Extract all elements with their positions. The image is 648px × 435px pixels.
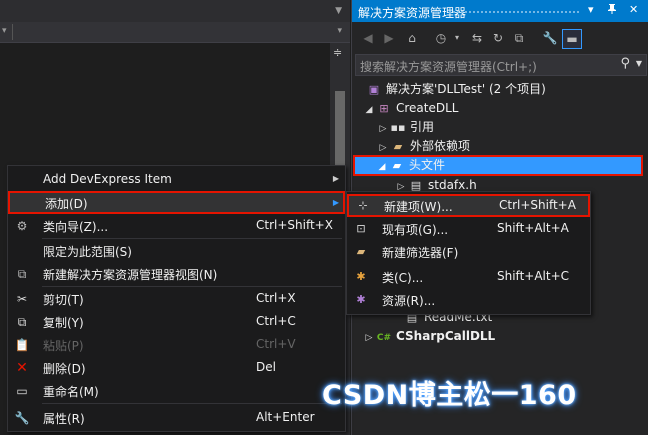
editor-navigation-bar[interactable]: ▾ ▾: [0, 22, 350, 43]
menu-item-properties[interactable]: 🔧 属性(R) Alt+Enter: [8, 406, 345, 429]
submenu-item-resource[interactable]: ✱ 资源(R)...: [347, 288, 590, 311]
copy-icon: ⧉: [17, 315, 27, 329]
solution-explorer-titlebar: 解决方案资源管理器 ▾ ✕: [352, 0, 648, 22]
expand-arrow-icon[interactable]: ▷: [362, 329, 376, 348]
resource-icon: ✱: [356, 293, 366, 306]
chevron-down-icon[interactable]: ▾: [448, 29, 466, 47]
submenu-item-new-item[interactable]: ⊹ 新建项(W)... Ctrl+Shift+A: [347, 194, 590, 217]
menu-item-cut[interactable]: ✂ 剪切(T) Ctrl+X: [8, 287, 345, 310]
tree-item-references[interactable]: ▷ ▪▪ 引用: [376, 118, 434, 137]
search-input[interactable]: 搜索解决方案资源管理器(Ctrl+;) ⚲ ▼: [355, 54, 647, 76]
cut-icon: ✂: [16, 292, 28, 306]
solution-explorer-toolbar: ◀ ▶ ⌂ ◷ ▾ ⇆ ↻ ⧉ 🔧 ▬: [352, 24, 648, 52]
divider: [42, 403, 342, 404]
menu-item-paste: 📋 粘贴(P) Ctrl+V: [14, 337, 296, 353]
watermark: CSDN博主松一160: [322, 380, 577, 411]
submenu-item-new-filter[interactable]: ▰ 新建筛选器(F): [347, 240, 590, 263]
menu-item-add-devexpress[interactable]: Add DevExpress Item ▶: [8, 168, 345, 191]
menu-item-add[interactable]: 添加(D) ▶: [8, 191, 345, 214]
collapse-arrow-icon[interactable]: ◢: [362, 101, 376, 120]
forward-icon[interactable]: ▶: [380, 29, 398, 47]
folder-icon: ▰: [393, 140, 403, 153]
csharp-project-icon: C#: [376, 333, 392, 343]
submenu-arrow-icon: ▶: [332, 174, 339, 183]
class-icon: ✱: [356, 270, 366, 283]
home-icon[interactable]: ⌂: [403, 29, 421, 47]
menu-item-class-wizard[interactable]: ⚙ 类向导(Z)... Ctrl+Shift+X: [8, 214, 345, 237]
tree-item-csharpcalldll[interactable]: ▷ C# CSharpCallDLL: [362, 327, 496, 348]
search-icon[interactable]: ⚲: [620, 56, 630, 71]
filter-folder-icon: ▰: [392, 159, 402, 172]
submenu-item-existing-item[interactable]: ⊡ 现有项(G)... Shift+Alt+A: [347, 217, 590, 240]
add-submenu: ⊹ 新建项(W)... Ctrl+Shift+A ⊡ 现有项(G)... Shi…: [346, 191, 591, 315]
wrench-icon[interactable]: 🔧: [541, 29, 559, 47]
chevron-down-icon[interactable]: ▾: [588, 3, 594, 16]
divider: [12, 24, 13, 40]
chevron-down-icon[interactable]: ▾: [2, 26, 7, 36]
menu-item-delete[interactable]: ✕ 删除(D) Del: [8, 356, 345, 379]
existing-item-icon: ⊡: [356, 222, 366, 235]
new-view-icon: ⧉: [17, 267, 27, 281]
delete-icon: ✕: [16, 360, 28, 376]
preview-icon[interactable]: ▬: [562, 29, 582, 49]
split-editor-icon[interactable]: ≑: [333, 46, 342, 59]
submenu-arrow-icon: ▶: [332, 198, 339, 207]
properties-icon: 🔧: [14, 411, 30, 425]
tree-item-external-deps[interactable]: ▷ ▰ 外部依赖项: [376, 137, 470, 156]
tree-item-solution[interactable]: ▣ 解决方案'DLLTest' (2 个项目): [352, 80, 546, 99]
chevron-down-icon[interactable]: ▼: [335, 6, 342, 16]
solution-icon: ▣: [368, 83, 380, 96]
menu-item-copy[interactable]: ⧉ 复制(Y) Ctrl+C: [8, 310, 345, 333]
menu-item-rename[interactable]: ▭ 重命名(M): [8, 379, 345, 402]
refresh-icon[interactable]: ↻: [489, 29, 507, 47]
paste-icon: 📋: [14, 338, 30, 352]
pin-icon[interactable]: [606, 3, 618, 18]
new-filter-icon: ▰: [356, 245, 366, 258]
references-icon: ▪▪: [390, 121, 406, 134]
collapse-all-icon[interactable]: ⧉: [510, 29, 528, 47]
menu-item-scope-to-this[interactable]: 限定为此范围(S): [8, 239, 345, 262]
rename-icon: ▭: [16, 384, 28, 398]
submenu-item-class[interactable]: ✱ 类(C)... Shift+Alt+C: [347, 265, 590, 288]
menu-item-new-explorer-view[interactable]: ⧉ 新建解决方案资源管理器视图(N): [8, 262, 345, 285]
grip-dots: [448, 10, 581, 15]
new-item-icon: ⊹: [358, 199, 368, 212]
chevron-down-icon[interactable]: ▼: [636, 59, 642, 68]
collapse-arrow-icon[interactable]: ◢: [375, 159, 389, 176]
class-wizard-icon: ⚙: [16, 219, 28, 233]
chevron-down-icon[interactable]: ▾: [337, 26, 342, 36]
search-placeholder: 搜索解决方案资源管理器(Ctrl+;): [360, 60, 537, 74]
editor-tab-strip: ▼: [0, 0, 350, 22]
cpp-project-icon: ⊞: [379, 102, 389, 115]
context-menu: Add DevExpress Item ▶ 添加(D) ▶ ⚙ 类向导(Z)..…: [7, 165, 346, 432]
close-icon[interactable]: ✕: [629, 3, 638, 16]
sync-icon[interactable]: ⇆: [468, 29, 486, 47]
tree-item-createdll[interactable]: ◢ ⊞ CreateDLL: [362, 99, 459, 120]
tree-item-header-files[interactable]: ◢ ▰ 头文件: [353, 155, 643, 176]
back-icon[interactable]: ◀: [359, 29, 377, 47]
